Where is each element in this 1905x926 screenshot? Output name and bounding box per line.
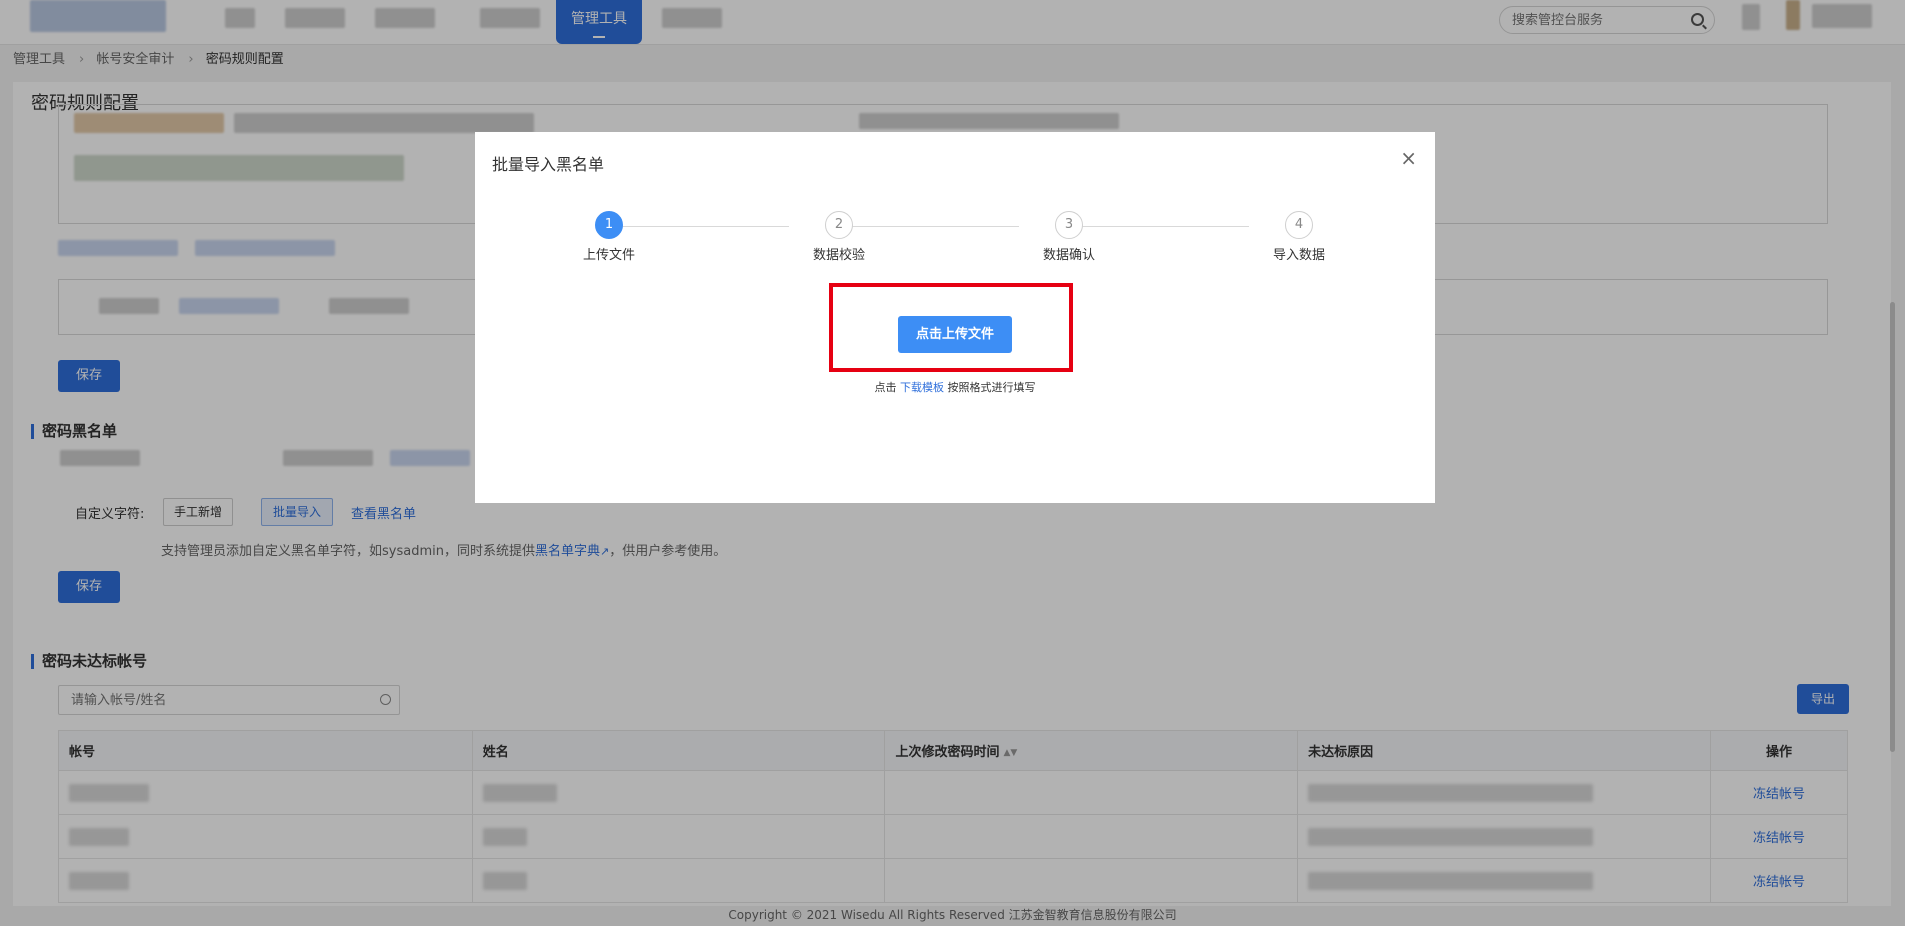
step-upload-file: 1 上传文件 bbox=[559, 211, 659, 263]
modal-title: 批量导入黑名单 bbox=[492, 155, 605, 174]
step-data-confirm: 3 数据确认 bbox=[1019, 211, 1119, 263]
step-number: 1 bbox=[595, 211, 623, 239]
close-icon[interactable]: × bbox=[1400, 146, 1417, 170]
step-number: 4 bbox=[1285, 211, 1313, 239]
step-label: 导入数据 bbox=[1272, 248, 1325, 263]
step-number: 2 bbox=[825, 211, 853, 239]
download-template-link[interactable]: 下载模板 bbox=[900, 381, 944, 394]
upload-hint: 点击 下载模板 按照格式进行填写 bbox=[475, 379, 1435, 395]
upload-hint-text: 按照格式进行填写 bbox=[947, 381, 1036, 394]
batch-import-modal: 批量导入黑名单 × 1 上传文件 2 数据校验 3 数据确认 4 导入数据 点击… bbox=[475, 132, 1435, 503]
step-import-data: 4 导入数据 bbox=[1249, 211, 1349, 263]
step-label: 上传文件 bbox=[582, 248, 635, 263]
upload-hint-text: 点击 bbox=[874, 381, 897, 394]
step-label: 数据校验 bbox=[812, 248, 865, 263]
upload-file-button[interactable]: 点击上传文件 bbox=[898, 316, 1012, 353]
step-label: 数据确认 bbox=[1042, 248, 1095, 263]
import-steps: 1 上传文件 2 数据校验 3 数据确认 4 导入数据 bbox=[475, 211, 1435, 271]
step-number: 3 bbox=[1055, 211, 1083, 239]
step-data-validation: 2 数据校验 bbox=[789, 211, 889, 263]
